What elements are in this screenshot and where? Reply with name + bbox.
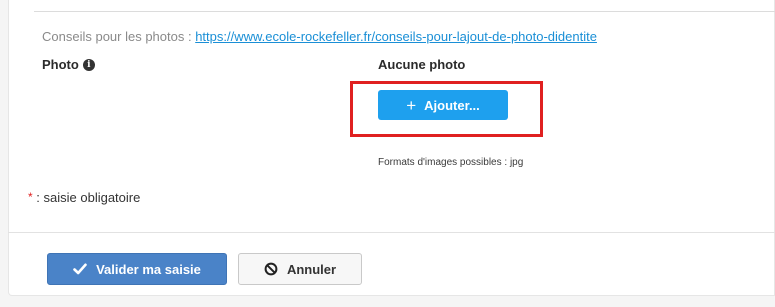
required-note-text: : saisie obligatoire <box>32 190 141 205</box>
bottom-divider <box>8 232 775 233</box>
required-note: * : saisie obligatoire <box>28 190 140 205</box>
add-photo-button-label: Ajouter... <box>424 97 480 113</box>
checkmark-icon <box>73 263 87 275</box>
plus-icon: + <box>406 95 417 115</box>
photo-tips-link[interactable]: https://www.ecole-rockefeller.fr/conseil… <box>195 29 597 44</box>
photo-field-label: Photo i <box>42 57 95 72</box>
cancel-button-label: Annuler <box>286 261 337 277</box>
image-formats-hint: Formats d'images possibles : jpg <box>378 157 524 168</box>
photo-tips: Conseils pour les photos : https://www.e… <box>42 29 597 44</box>
page: Conseils pour les photos : https://www.e… <box>0 0 775 307</box>
ban-icon <box>264 262 278 276</box>
form-panel <box>8 0 775 296</box>
info-icon[interactable]: i <box>82 58 95 71</box>
photo-tips-label: Conseils pour les photos : <box>42 29 196 44</box>
top-divider <box>34 11 775 12</box>
photo-label-text: Photo <box>42 57 79 72</box>
photo-status: Aucune photo <box>378 57 466 72</box>
cancel-button[interactable]: Annuler <box>238 253 362 285</box>
validate-button-label: Valider ma saisie <box>96 261 201 277</box>
add-photo-button[interactable]: + Ajouter... <box>378 90 508 120</box>
validate-button[interactable]: Valider ma saisie <box>47 253 227 285</box>
